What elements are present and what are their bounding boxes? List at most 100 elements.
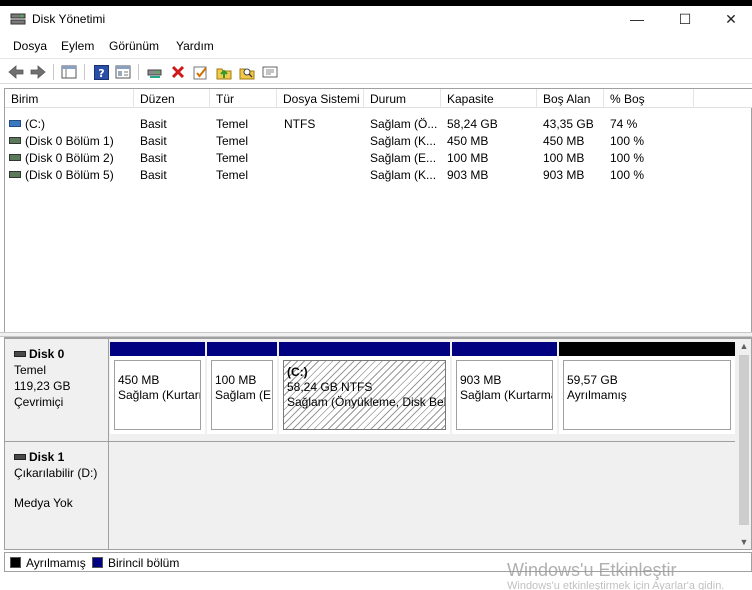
- partition-status: Sağlam (Önyükleme, Disk Belleği Dosyası): [287, 395, 446, 409]
- search-folder-button[interactable]: [238, 63, 256, 81]
- partition-title: (C:): [287, 365, 308, 379]
- partition-status: Sağlam (Kurtarma Bölümü): [118, 388, 200, 402]
- partition-body: 903 MB Sağlam (Kurtarma Bölümü): [456, 360, 553, 430]
- cell-status: Sağlam (Ö...: [370, 117, 438, 131]
- disk-1-state: Medya Yok: [14, 496, 73, 510]
- partition-bar: [279, 342, 450, 356]
- cell-layout: Basit: [140, 134, 167, 148]
- forward-button[interactable]: [29, 63, 47, 81]
- disk-icon: [14, 350, 26, 357]
- disk-list-button[interactable]: [60, 63, 78, 81]
- minimize-icon: —: [630, 11, 644, 27]
- volume-icon: [9, 154, 21, 162]
- cell-capacity: 450 MB: [447, 134, 489, 148]
- scroll-down-arrow-icon[interactable]: ▼: [737, 535, 751, 549]
- folder-up-icon: [216, 68, 232, 79]
- menu-dosya[interactable]: Dosya: [13, 39, 47, 53]
- help-button[interactable]: ?: [92, 63, 110, 81]
- settings-panel-icon: [262, 66, 278, 78]
- pane-splitter[interactable]: [0, 332, 752, 337]
- cell-capacity: 903 MB: [447, 168, 489, 182]
- close-icon: ✕: [725, 10, 737, 27]
- maximize-button[interactable]: ☐: [662, 6, 708, 32]
- cell-free-space: 450 MB: [543, 134, 585, 148]
- cell-volume: (C:): [25, 117, 45, 131]
- properties-button[interactable]: [114, 63, 132, 81]
- disk-1-label[interactable]: Disk 1 Çıkarılabilir (D:) Medya Yok: [5, 441, 109, 549]
- table-header: Birim Düzen Tür Dosya Sistemi Durum Kapa…: [5, 89, 752, 108]
- minimize-button[interactable]: —: [614, 6, 660, 32]
- search-folder-icon: [239, 68, 255, 79]
- partition-body: 450 MB Sağlam (Kurtarma Bölümü): [114, 360, 201, 430]
- connect-drive-button[interactable]: [146, 63, 164, 81]
- cell-layout: Basit: [140, 168, 167, 182]
- cell-volume: (Disk 0 Bölüm 5): [25, 168, 114, 182]
- column-header-duzen[interactable]: Düzen: [134, 89, 210, 108]
- disk-0-state: Çevrimiçi: [14, 395, 64, 409]
- partition-recovery-1[interactable]: 450 MB Sağlam (Kurtarma Bölümü): [110, 342, 205, 434]
- partition-bar: [559, 342, 735, 356]
- partition-body: (C:) 58,24 GB NTFS Sağlam (Önyükleme, Di…: [283, 360, 446, 430]
- column-header-birim[interactable]: Birim: [5, 89, 134, 108]
- volume-icon: [9, 120, 21, 128]
- table-row[interactable]: (Disk 0 Bölüm 1) Basit Temel Sağlam (K..…: [5, 132, 752, 149]
- cell-file-system: NTFS: [284, 117, 316, 131]
- activation-watermark-subtitle: Windows'u etkinleştirmek için Ayarlar'a …: [507, 580, 725, 590]
- cell-volume: (Disk 0 Bölüm 1): [25, 134, 114, 148]
- cell-type: Temel: [216, 151, 249, 165]
- partition-bar: [452, 342, 557, 356]
- menu-gorunum[interactable]: Görünüm: [109, 39, 159, 53]
- disk-list-icon: [61, 65, 77, 79]
- cell-percent-free: 74 %: [610, 117, 638, 131]
- cell-type: Temel: [216, 168, 249, 182]
- legend-label-primary: Birincil bölüm: [108, 556, 180, 570]
- activation-watermark: Windows'u Etkinleştir: [507, 560, 677, 580]
- partition-efi[interactable]: 100 MB Sağlam (EFI Sistem Bölümü): [207, 342, 277, 434]
- close-button[interactable]: ✕: [708, 6, 752, 32]
- legend-swatch-unallocated: [10, 557, 21, 568]
- column-header-durum[interactable]: Durum: [364, 89, 441, 108]
- check-button[interactable]: [191, 63, 209, 81]
- folder-up-button[interactable]: [215, 63, 233, 81]
- check-icon: [193, 66, 207, 79]
- window-title: Disk Yönetimi: [32, 12, 106, 26]
- disk-management-window: Disk Yönetimi — ☐ ✕ Dosya Eylem Görünüm …: [0, 6, 752, 590]
- menu-eylem[interactable]: Eylem: [61, 39, 94, 53]
- vertical-scrollbar[interactable]: ▲ ▼: [737, 339, 751, 549]
- menu-bar: Dosya Eylem Görünüm Yardım: [0, 36, 752, 56]
- disk-management-app-icon: [10, 13, 26, 25]
- table-row[interactable]: (C:) Basit Temel NTFS Sağlam (Ö... 58,24…: [5, 115, 752, 132]
- column-header-yuzde-bos[interactable]: % Boş: [604, 89, 694, 108]
- partition-body: 100 MB Sağlam (EFI Sistem Bölümü): [211, 360, 273, 430]
- partition-status: Sağlam (Kurtarma Bölümü): [460, 388, 553, 402]
- partition-unallocated[interactable]: 59,57 GB Ayrılmamış: [559, 342, 735, 434]
- partition-c-drive[interactable]: (C:) 58,24 GB NTFS Sağlam (Önyükleme, Di…: [279, 342, 450, 434]
- column-header-dosya-sistemi[interactable]: Dosya Sistemi: [277, 89, 364, 108]
- maximize-icon: ☐: [678, 10, 692, 27]
- table-row[interactable]: (Disk 0 Bölüm 2) Basit Temel Sağlam (E..…: [5, 149, 752, 166]
- partition-recovery-2[interactable]: 903 MB Sağlam (Kurtarma Bölümü): [452, 342, 557, 434]
- disk-0-label[interactable]: Disk 0 Temel 119,23 GB Çevrimiçi: [5, 339, 109, 441]
- cell-capacity: 100 MB: [447, 151, 489, 165]
- menu-yardim[interactable]: Yardım: [176, 39, 214, 53]
- column-header-kapasite[interactable]: Kapasite: [441, 89, 537, 108]
- disk-1-area[interactable]: [109, 441, 735, 537]
- cell-status: Sağlam (E...: [370, 151, 437, 165]
- column-header-bos-alan[interactable]: Boş Alan: [537, 89, 604, 108]
- delete-button[interactable]: [169, 63, 187, 81]
- partition-body: 59,57 GB Ayrılmamış: [563, 360, 731, 430]
- scroll-up-arrow-icon[interactable]: ▲: [737, 339, 751, 353]
- cell-type: Temel: [216, 117, 249, 131]
- partition-size: 450 MB: [118, 373, 160, 387]
- cell-layout: Basit: [140, 151, 167, 165]
- partition-status: Ayrılmamış: [567, 388, 627, 402]
- partition-size: 903 MB: [460, 373, 502, 387]
- legend-label-unallocated: Ayrılmamış: [26, 556, 86, 570]
- column-header-tur[interactable]: Tür: [210, 89, 277, 108]
- disk-0-kind: Temel: [14, 363, 47, 377]
- legend-swatch-primary: [92, 557, 103, 568]
- back-button[interactable]: [7, 63, 25, 81]
- table-row[interactable]: (Disk 0 Bölüm 5) Basit Temel Sağlam (K..…: [5, 166, 752, 183]
- settings-panel-button[interactable]: [261, 63, 279, 81]
- scroll-thumb[interactable]: [739, 355, 749, 525]
